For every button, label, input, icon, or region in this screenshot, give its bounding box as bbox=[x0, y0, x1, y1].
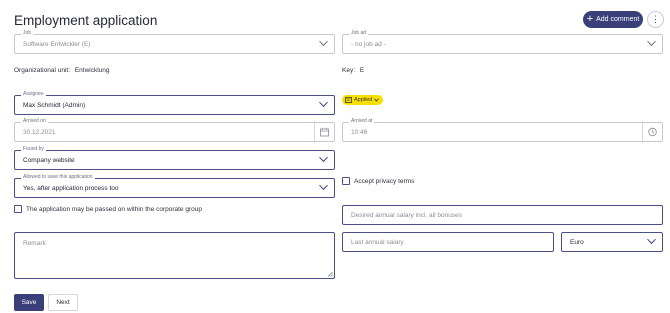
currency-select[interactable]: Euro bbox=[561, 232, 663, 252]
key-row: Key: E bbox=[342, 67, 364, 74]
allowed-to-save-value: Yes, after application process too bbox=[23, 184, 119, 192]
more-vertical-icon: ⋮ bbox=[651, 14, 660, 24]
calendar-icon[interactable] bbox=[320, 127, 329, 137]
assignee-value: Max Schmidt (Admin) bbox=[23, 101, 86, 109]
plus-icon: + bbox=[586, 12, 594, 25]
assignee-select[interactable]: Assignee Max Schmidt (Admin) bbox=[14, 91, 335, 115]
chevron-down-icon bbox=[374, 98, 380, 102]
job-value: Software Entwickler (E) bbox=[23, 40, 91, 48]
field-divider bbox=[314, 123, 315, 141]
status-badge[interactable]: Applied bbox=[342, 95, 384, 105]
job-label: Job bbox=[21, 30, 34, 37]
privacy-terms-row[interactable]: Accept privacy terms bbox=[342, 177, 414, 185]
job-ad-label: Job ad bbox=[349, 30, 369, 37]
arrived-at-field[interactable]: Arrived at 10:46 bbox=[342, 118, 663, 142]
clock-icon[interactable] bbox=[648, 127, 657, 137]
org-unit-label: Organizational unit: bbox=[14, 67, 71, 74]
chevron-down-icon bbox=[319, 101, 328, 108]
job-ad-select[interactable]: Job ad - no job ad - bbox=[342, 30, 663, 54]
currency-value: Euro bbox=[570, 238, 584, 246]
pass-on-checkbox[interactable] bbox=[14, 205, 22, 213]
remark-textarea[interactable]: Remark bbox=[14, 232, 335, 279]
desired-salary-placeholder: Desired annual salary incl. all bonuses bbox=[351, 211, 462, 219]
arrived-on-value: 30.12.2021 bbox=[23, 128, 56, 136]
chevron-down-icon bbox=[647, 40, 656, 47]
org-unit-row: Organizational unit: Entwicklung bbox=[14, 67, 110, 74]
chevron-down-icon bbox=[319, 156, 328, 163]
allowed-to-save-label: Allowed to save this application bbox=[21, 174, 95, 181]
page-title: Employment application bbox=[14, 13, 158, 28]
key-value: E bbox=[359, 67, 365, 74]
key-label: Key: bbox=[342, 67, 356, 74]
add-comment-label: Add comment bbox=[596, 16, 640, 23]
remark-placeholder: Remark bbox=[23, 240, 46, 247]
job-select[interactable]: Job Software Entwickler (E) bbox=[14, 30, 335, 54]
flag-icon bbox=[345, 97, 352, 103]
privacy-terms-checkbox[interactable] bbox=[342, 177, 350, 185]
org-unit-value: Entwicklung bbox=[74, 67, 110, 74]
arrived-on-field[interactable]: Arrived on 30.12.2021 bbox=[14, 118, 335, 142]
last-salary-input[interactable]: Last annual salary bbox=[342, 232, 554, 252]
found-by-label: Found by bbox=[21, 146, 46, 153]
chevron-down-icon bbox=[319, 40, 328, 47]
next-button[interactable]: Next bbox=[48, 294, 78, 311]
arrived-at-value: 10:46 bbox=[351, 128, 368, 136]
chevron-down-icon bbox=[647, 238, 656, 245]
found-by-value: Company website bbox=[23, 156, 75, 164]
save-button[interactable]: Save bbox=[14, 294, 44, 311]
chevron-down-icon bbox=[319, 184, 328, 191]
pass-on-row[interactable]: The application may be passed on within … bbox=[14, 205, 202, 213]
more-options-button[interactable]: ⋮ bbox=[647, 11, 664, 28]
allowed-to-save-select[interactable]: Allowed to save this application Yes, af… bbox=[14, 174, 335, 198]
pass-on-label: The application may be passed on within … bbox=[26, 205, 202, 213]
desired-salary-input[interactable]: Desired annual salary incl. all bonuses bbox=[342, 205, 663, 225]
last-salary-placeholder: Last annual salary bbox=[351, 238, 404, 246]
add-comment-button[interactable]: + Add comment bbox=[583, 11, 643, 28]
status-badge-label: Applied bbox=[354, 97, 373, 103]
job-ad-value: - no job ad - bbox=[351, 40, 386, 48]
resize-handle-icon[interactable] bbox=[327, 271, 333, 277]
assignee-label: Assignee bbox=[21, 91, 46, 98]
arrived-at-label: Arrived at bbox=[349, 118, 375, 125]
found-by-select[interactable]: Found by Company website bbox=[14, 146, 335, 170]
field-divider bbox=[642, 123, 643, 141]
privacy-terms-label: Accept privacy terms bbox=[354, 177, 415, 185]
arrived-on-label: Arrived on bbox=[21, 118, 48, 125]
